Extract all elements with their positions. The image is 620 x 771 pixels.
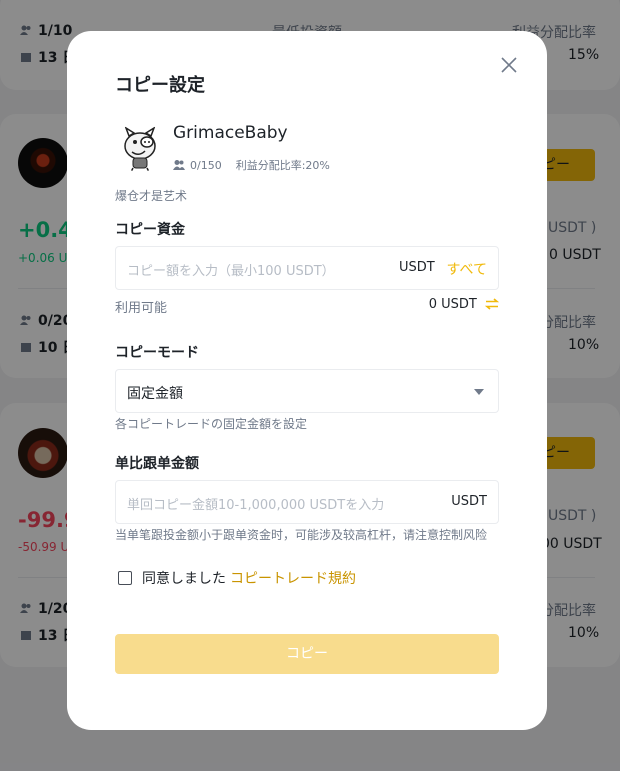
available-balance: 0 USDT xyxy=(429,297,499,312)
fund-input[interactable]: コピー額を入力（最小100 USDT） USDT すべて xyxy=(115,246,499,290)
chevron-down-icon xyxy=(474,389,484,395)
max-button[interactable]: すべて xyxy=(447,259,487,279)
modal-title: コピー設定 xyxy=(115,75,205,96)
available-value: 0 USDT xyxy=(428,297,477,312)
fund-label: コピー資金 xyxy=(115,222,185,238)
agreement-checkbox[interactable] xyxy=(118,571,132,585)
agreement-text: 同意しました xyxy=(142,571,226,587)
mode-selected-value: 固定金額 xyxy=(127,386,183,402)
users-icon xyxy=(173,160,185,170)
mode-label: コピーモード xyxy=(115,345,199,361)
transfer-icon[interactable] xyxy=(485,298,499,310)
per-order-input[interactable]: 単回コピー金額10-1,000,000 USDTを入力 USDT xyxy=(115,480,499,524)
pig-avatar-icon xyxy=(115,122,165,172)
mode-hint: 各コピートレードの固定金額を設定 xyxy=(115,417,308,431)
trader-profit-share: 利益分配比率:20% xyxy=(235,159,330,172)
fund-input-placeholder: コピー額を入力（最小100 USDT） xyxy=(127,264,335,279)
mode-select[interactable]: 固定金額 xyxy=(115,369,499,413)
per-order-unit: USDT xyxy=(451,494,487,509)
fund-unit: USDT xyxy=(399,260,435,275)
copy-submit-button[interactable]: コピー xyxy=(115,634,499,674)
close-icon[interactable] xyxy=(498,54,520,76)
agreement-row: 同意しました コピートレード規約 xyxy=(115,568,356,588)
copy-settings-modal: コピー設定 GrimaceBaby 0/150 利益分配比率:20% 爆仓才是艺术… xyxy=(67,31,547,730)
available-label: 利用可能 xyxy=(115,301,168,316)
trader-name: GrimaceBaby xyxy=(173,123,288,143)
per-order-hint: 当单笔跟投金额小于跟单资金时，可能涉及较高杠杆，请注意控制风险 xyxy=(115,528,488,542)
trader-meta: 0/150 利益分配比率:20% xyxy=(173,157,330,173)
per-order-placeholder: 単回コピー金額10-1,000,000 USDTを入力 xyxy=(127,498,385,513)
trader-avatar xyxy=(115,122,165,172)
per-order-label: 单比跟单金额 xyxy=(115,456,199,472)
copy-trade-terms-link[interactable]: コピートレード規約 xyxy=(230,571,356,587)
trader-bio: 爆仓才是艺术 xyxy=(115,189,188,203)
trader-followers: 0/150 xyxy=(190,159,222,172)
